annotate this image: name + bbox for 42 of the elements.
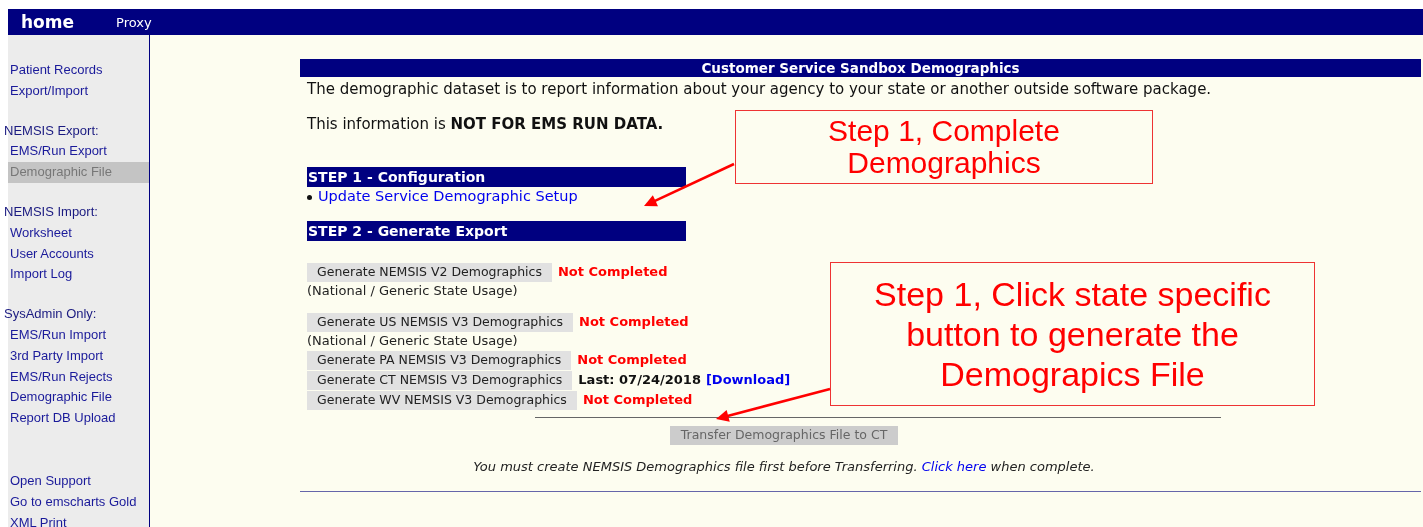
sidebar-item[interactable]: Demographic File — [8, 387, 149, 409]
sidebar-item[interactable]: 3rd Party Import — [8, 345, 149, 367]
step-header: STEP 2 - Generate Export — [307, 221, 686, 241]
page-title: Customer Service Sandbox Demographics — [300, 59, 1421, 77]
generate-button[interactable]: Generate PA NEMSIS V3 Demographics — [307, 350, 572, 370]
usage-note: (National / Generic State Usage) — [307, 282, 518, 300]
sidebar-item[interactable]: Report DB Upload — [8, 408, 149, 429]
sidebar-item[interactable]: XML Print — [8, 512, 149, 527]
sidebar-item[interactable]: User Accounts — [8, 243, 149, 265]
setup-link[interactable]: Update Service Demographic Setup — [318, 186, 578, 208]
download-link[interactable]: [Download] — [705, 370, 791, 390]
step-header: STEP 1 - Configuration — [307, 167, 686, 187]
intro-text: The demographic dataset is to report information about your agency to your state or another outside software package. — [307, 79, 1213, 100]
sidebar-item[interactable]: Open Support — [8, 470, 149, 492]
callout-text: Step 1, Complete Demographics — [827, 115, 1061, 179]
status-text: Last: 07/24/2018 — [578, 371, 701, 390]
transfer-note: You must create NEMSIS Demographics file first before Transferring. Click here when complete. — [472, 458, 1096, 476]
sidebar-item[interactable]: Export/Import — [8, 80, 149, 102]
status-text: Not Completed — [582, 391, 693, 410]
status-text: Not Completed — [577, 351, 687, 370]
status-text: Not Completed — [579, 313, 689, 332]
sidebar-heading: SysAdmin Only: — [4, 305, 98, 324]
home-link[interactable]: home — [21, 10, 75, 34]
sidebar-item[interactable]: EMS/Run Export — [8, 141, 149, 163]
generate-button[interactable]: Generate NEMSIS V2 Demographics — [307, 262, 552, 282]
generate-button[interactable]: Generate US NEMSIS V3 Demographics — [307, 312, 574, 332]
click-here-link[interactable]: Click here — [921, 459, 987, 474]
proxy-link[interactable]: Proxy — [116, 12, 152, 34]
generate-button[interactable]: Generate CT NEMSIS V3 Demographics — [307, 370, 573, 390]
sidebar-heading: NEMSIS Import: — [4, 203, 99, 221]
sidebar-item[interactable]: Worksheet — [8, 222, 149, 244]
sidebar-item[interactable]: Go to emscharts Gold — [8, 491, 149, 513]
bullet-icon — [307, 194, 312, 200]
sidebar-item[interactable]: Import Log — [8, 264, 149, 286]
sidebar-item[interactable]: EMS/Run Import — [8, 324, 149, 346]
callout-text: Step 1, Click state specific button to generate the Demograpics File — [873, 274, 1272, 394]
sidebar-heading: NEMSIS Export: — [4, 121, 100, 140]
generate-button[interactable]: Generate WV NEMSIS V3 Demographics — [307, 390, 577, 410]
sidebar-item[interactable]: Patient Records — [8, 60, 149, 81]
sidebar-item[interactable]: EMS/Run Rejects — [8, 366, 149, 388]
usage-note: (National / Generic State Usage) — [307, 332, 518, 350]
status-text: Not Completed — [558, 263, 668, 282]
